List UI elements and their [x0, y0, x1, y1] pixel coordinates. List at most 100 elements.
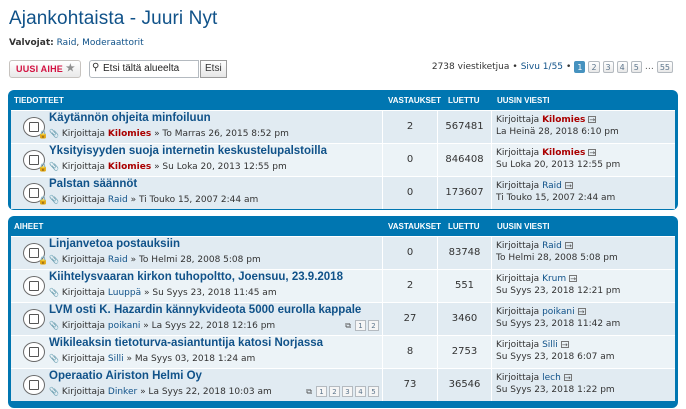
search-placeholder: Etsi tältä alueelta: [103, 63, 180, 74]
author-link[interactable]: Raid: [108, 255, 128, 265]
replies-count: 0: [383, 177, 438, 209]
announcement-icon: 🔒: [23, 117, 48, 139]
views-count: 36546: [438, 369, 492, 401]
moderator-link-moderaattorit[interactable]: Moderaattorit: [82, 38, 144, 48]
page-button[interactable]: 3: [602, 61, 614, 73]
topic-title-link[interactable]: LVM osti K. Hazardin kännykvideota 5000 …: [49, 304, 361, 316]
last-author-link[interactable]: lech: [542, 373, 561, 383]
last-by-label: Kirjoittaja: [496, 115, 540, 125]
page-button[interactable]: 1: [574, 61, 586, 73]
announcements-panel: TIEDOTTEET VASTAUKSET LUETTU UUSIN VIEST…: [8, 90, 678, 210]
post-date: » La Syys 22, 2018 10:03 am: [140, 387, 272, 397]
page-button-last[interactable]: 55: [656, 61, 673, 73]
topic-read-icon: [23, 375, 45, 395]
attachment-icon: 📎: [49, 387, 59, 396]
topic-meta: 📎 Kirjoittaja poikani » La Syys 22, 2018…: [49, 321, 275, 331]
last-by-label: Kirjoittaja: [496, 181, 540, 191]
last-author-link[interactable]: Silli: [542, 340, 558, 350]
topic-page-button[interactable]: 4: [355, 386, 366, 397]
views-heading: LUETTU: [448, 222, 480, 231]
moderators-line: Valvojat: Raid, Moderaattorit: [9, 38, 144, 48]
attachment-icon: 📎: [49, 354, 59, 363]
author-link[interactable]: Kilomies: [108, 162, 151, 172]
page-info[interactable]: Sivu 1/55: [521, 62, 563, 72]
last-by-label: Kirjoittaja: [496, 373, 540, 383]
topic-title-link[interactable]: Palstan säännöt: [49, 178, 137, 190]
last-author-link[interactable]: Kilomies: [542, 115, 585, 125]
last-post-date: Ti Touko 15, 2007 2:44 am: [496, 192, 616, 203]
author-link[interactable]: Kilomies: [108, 129, 151, 139]
last-by-label: Kirjoittaja: [496, 148, 540, 158]
author-link[interactable]: Luuppä: [108, 288, 141, 298]
moderator-link-raid[interactable]: Raid: [57, 38, 77, 48]
last-post-heading: UUSIN VIESTI: [497, 222, 550, 231]
attachment-icon: 📎: [49, 195, 59, 204]
go-to-last-post-icon[interactable]: →: [564, 242, 573, 250]
search-icon: ⚲: [92, 62, 100, 73]
topic-page-button[interactable]: 1: [316, 386, 327, 397]
go-to-last-post-icon[interactable]: →: [588, 116, 597, 124]
topic-title-link[interactable]: Operaatio Airiston Helmi Oy: [49, 370, 202, 382]
topic-pagination: ⧉ 1 2 3 4 5: [306, 386, 379, 397]
last-author-link[interactable]: Krum: [542, 274, 566, 284]
topic-title-link[interactable]: Yksityisyyden suoja internetin keskustel…: [49, 145, 327, 157]
announcements-header: TIEDOTTEET VASTAUKSET LUETTU UUSIN VIEST…: [11, 90, 675, 110]
replies-heading: VASTAUKSET: [388, 96, 442, 105]
topic-title-link[interactable]: Kiihtelysvaaran kirkon tuhopoltto, Joens…: [49, 271, 343, 283]
topic-cell: LVM osti K. Hazardin kännykvideota 5000 …: [11, 303, 383, 335]
go-to-last-post-icon[interactable]: →: [563, 374, 572, 382]
topic-meta: 📎 Kirjoittaja Dinker » La Syys 22, 2018 …: [49, 387, 272, 397]
author-link[interactable]: Raid: [108, 195, 128, 205]
last-post-cell: Kirjoittaja Raid → Ti Touko 15, 2007 2:44 …: [492, 177, 675, 209]
topic-page-button[interactable]: 2: [368, 320, 379, 331]
last-post-heading: UUSIN VIESTI: [497, 96, 550, 105]
page-button[interactable]: 2: [588, 61, 600, 73]
author-link[interactable]: Silli: [108, 354, 124, 364]
lock-icon: 🔒: [38, 256, 48, 265]
last-post-cell: Kirjoittaja poikani → Su Syys 23, 2018 11:…: [492, 303, 675, 335]
topic-title-link[interactable]: Käytännön ohjeita minfoiluun: [49, 112, 211, 124]
last-post-date: La Heinä 28, 2018 6:10 pm: [496, 126, 619, 137]
last-author-link[interactable]: poikani: [542, 307, 575, 317]
last-post-date: Su Syys 23, 2018 6:07 am: [496, 351, 615, 362]
topic-title-link[interactable]: Linjanvetoa postauksiin: [49, 238, 180, 250]
author-link[interactable]: Dinker: [108, 387, 137, 397]
topic-title-link[interactable]: Wikileaksin tietoturva-asiantuntija kato…: [49, 337, 323, 349]
last-author-link[interactable]: Raid: [542, 241, 562, 251]
search-input[interactable]: ⚲ Etsi tältä alueelta: [89, 60, 199, 78]
by-label: Kirjoittaja: [61, 288, 106, 298]
topic-page-button[interactable]: 5: [368, 386, 379, 397]
go-to-last-post-icon[interactable]: →: [577, 308, 586, 316]
go-to-last-post-icon[interactable]: →: [569, 275, 578, 283]
moderators-label: Valvojat:: [9, 38, 54, 48]
views-count: 567481: [438, 111, 492, 143]
topic-page-button[interactable]: 2: [329, 386, 340, 397]
pages-icon: ⧉: [345, 320, 351, 330]
post-date: » Su Syys 23, 2018 11:45 am: [144, 288, 277, 298]
topic-page-button[interactable]: 1: [355, 320, 366, 331]
topics-heading: AIHEET: [14, 222, 44, 231]
topics-count: 2738 viestiketjua: [431, 62, 510, 72]
page-button[interactable]: 5: [630, 61, 642, 73]
author-link[interactable]: poikani: [108, 321, 141, 331]
search-button[interactable]: Etsi: [200, 60, 227, 78]
by-label: Kirjoittaja: [61, 162, 106, 172]
attachment-icon: 📎: [49, 255, 59, 264]
last-author-link[interactable]: Kilomies: [542, 148, 585, 158]
forum-title[interactable]: Ajankohtaista - Juuri Nyt: [9, 8, 678, 30]
new-topic-button[interactable]: UUSI AIHE ★: [9, 60, 81, 78]
topic-list: 🔒 Linjanvetoa postauksiin 📎 Kirjoittaja Ra…: [11, 236, 675, 401]
last-author-link[interactable]: Raid: [542, 181, 562, 191]
go-to-last-post-icon[interactable]: →: [564, 182, 573, 190]
attachment-icon: 📎: [49, 129, 59, 138]
last-by-label: Kirjoittaja: [496, 340, 540, 350]
go-to-last-post-icon[interactable]: →: [588, 149, 597, 157]
topic-page-button[interactable]: 3: [342, 386, 353, 397]
forum-page: Ajankohtaista - Juuri Nyt Valvojat: Raid…: [0, 0, 686, 409]
go-to-last-post-icon[interactable]: →: [560, 341, 569, 349]
attachment-icon: 📎: [49, 288, 59, 297]
views-heading: LUETTU: [448, 96, 480, 105]
page-button[interactable]: 4: [616, 61, 628, 73]
last-post-cell: Kirjoittaja Kilomies → La Heinä 28, 2018 6…: [492, 111, 675, 143]
replies-count: 2: [383, 111, 438, 143]
